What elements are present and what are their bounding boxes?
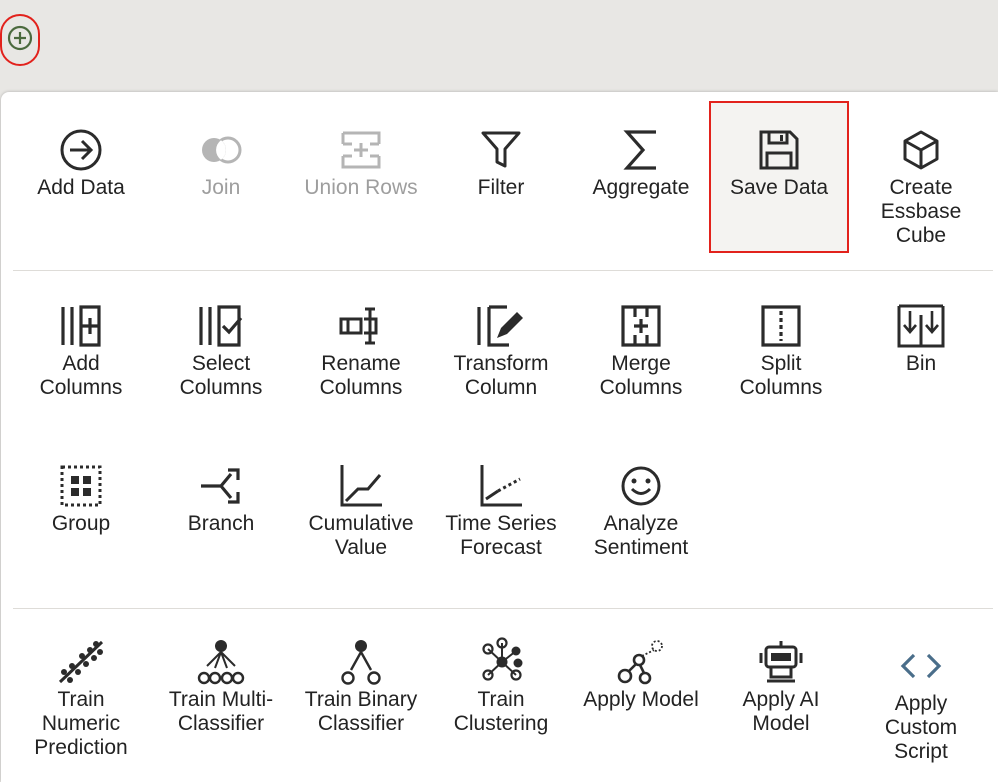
numeric-prediction-icon bbox=[51, 636, 111, 688]
menu-item-label: Create Essbase Cube bbox=[880, 176, 962, 247]
add-columns-icon bbox=[51, 300, 111, 352]
menu-divider bbox=[13, 270, 993, 271]
menu-item-label: Transform Column bbox=[453, 352, 549, 399]
menu-item-filter[interactable]: Filter bbox=[431, 124, 571, 200]
menu-item-label: Train Clustering bbox=[453, 688, 549, 735]
menu-item-aggregate[interactable]: Aggregate bbox=[571, 124, 711, 200]
add-step-menu: Add Data Join Union Rows Filter Aggregat… bbox=[1, 92, 998, 782]
robot-icon bbox=[751, 636, 811, 688]
code-brackets-icon bbox=[891, 640, 951, 692]
menu-item-label: Train Binary Classifier bbox=[304, 688, 418, 735]
filter-icon bbox=[471, 124, 531, 176]
menu-item-label: Train Numeric Prediction bbox=[34, 688, 128, 759]
menu-item-apply-custom-script[interactable]: Apply Custom Script bbox=[851, 640, 991, 764]
menu-item-label: Filter bbox=[477, 176, 525, 199]
menu-item-train-multi-classifier[interactable]: Train Multi- Classifier bbox=[151, 636, 291, 736]
arrow-right-circle-icon bbox=[51, 124, 111, 176]
menu-item-label: Apply Model bbox=[583, 688, 699, 711]
binary-classifier-icon bbox=[331, 636, 391, 688]
menu-item-cumulative-value[interactable]: Cumulative Value bbox=[291, 460, 431, 560]
menu-item-label: Split Columns bbox=[739, 352, 823, 399]
menu-item-apply-model[interactable]: Apply Model bbox=[571, 636, 711, 712]
menu-item-label: Add Columns bbox=[39, 352, 123, 399]
menu-item-label: Branch bbox=[187, 512, 255, 535]
clustering-icon bbox=[471, 636, 531, 688]
menu-item-branch[interactable]: Branch bbox=[151, 460, 291, 536]
menu-item-bin[interactable]: Bin bbox=[851, 300, 991, 376]
transform-column-icon bbox=[471, 300, 531, 352]
top-bar bbox=[0, 0, 998, 92]
menu-item-label: Merge Columns bbox=[599, 352, 683, 399]
menu-item-label: Apply Custom Script bbox=[884, 692, 958, 763]
menu-item-label: Time Series Forecast bbox=[445, 512, 557, 559]
floppy-disk-icon bbox=[749, 124, 809, 176]
menu-item-select-columns[interactable]: Select Columns bbox=[151, 300, 291, 400]
apply-model-icon bbox=[611, 636, 671, 688]
smiley-icon bbox=[611, 460, 671, 512]
sigma-icon bbox=[611, 124, 671, 176]
rename-columns-icon bbox=[331, 300, 391, 352]
menu-item-train-numeric-prediction[interactable]: Train Numeric Prediction bbox=[11, 636, 151, 760]
menu-item-split-columns[interactable]: Split Columns bbox=[711, 300, 851, 400]
menu-item-label: Bin bbox=[905, 352, 937, 375]
menu-item-label: Select Columns bbox=[179, 352, 263, 399]
menu-item-label: Group bbox=[51, 512, 111, 535]
menu-item-label: Analyze Sentiment bbox=[593, 512, 689, 559]
menu-item-merge-columns[interactable]: Merge Columns bbox=[571, 300, 711, 400]
select-columns-icon bbox=[191, 300, 251, 352]
union-rows-icon bbox=[331, 124, 391, 176]
menu-item-time-series-forecast[interactable]: Time Series Forecast bbox=[431, 460, 571, 560]
menu-item-analyze-sentiment[interactable]: Analyze Sentiment bbox=[571, 460, 711, 560]
menu-item-train-clustering[interactable]: Train Clustering bbox=[431, 636, 571, 736]
menu-divider bbox=[13, 608, 993, 609]
cube-icon bbox=[891, 124, 951, 176]
menu-item-union-rows[interactable]: Union Rows bbox=[291, 124, 431, 200]
menu-item-transform-column[interactable]: Transform Column bbox=[431, 300, 571, 400]
join-icon bbox=[191, 124, 251, 176]
add-step-button[interactable] bbox=[0, 14, 40, 66]
menu-item-label: Add Data bbox=[37, 176, 125, 199]
menu-item-label: Union Rows bbox=[304, 176, 418, 199]
menu-item-train-binary-classifier[interactable]: Train Binary Classifier bbox=[291, 636, 431, 736]
plus-circle-icon bbox=[7, 25, 33, 56]
time-series-icon bbox=[471, 460, 531, 512]
group-icon bbox=[51, 460, 111, 512]
merge-columns-icon bbox=[611, 300, 671, 352]
menu-item-label: Join bbox=[201, 176, 241, 199]
menu-item-add-columns[interactable]: Add Columns bbox=[11, 300, 151, 400]
menu-item-apply-ai-model[interactable]: Apply AI Model bbox=[711, 636, 851, 736]
menu-item-add-data[interactable]: Add Data bbox=[11, 124, 151, 200]
menu-item-label: Aggregate bbox=[592, 176, 690, 199]
menu-item-save-data[interactable]: Save Data bbox=[709, 101, 849, 253]
menu-item-label: Save Data bbox=[729, 176, 829, 199]
menu-item-label: Apply AI Model bbox=[742, 688, 820, 735]
menu-item-group[interactable]: Group bbox=[11, 460, 151, 536]
menu-item-join[interactable]: Join bbox=[151, 124, 291, 200]
cumulative-value-icon bbox=[331, 460, 391, 512]
menu-item-label: Cumulative Value bbox=[308, 512, 414, 559]
branch-icon bbox=[191, 460, 251, 512]
bin-icon bbox=[891, 300, 951, 352]
multi-classifier-icon bbox=[191, 636, 251, 688]
split-columns-icon bbox=[751, 300, 811, 352]
menu-item-label: Train Multi- Classifier bbox=[168, 688, 274, 735]
menu-item-label: Rename Columns bbox=[319, 352, 403, 399]
menu-item-create-essbase-cube[interactable]: Create Essbase Cube bbox=[851, 124, 991, 248]
menu-item-rename-columns[interactable]: Rename Columns bbox=[291, 300, 431, 400]
